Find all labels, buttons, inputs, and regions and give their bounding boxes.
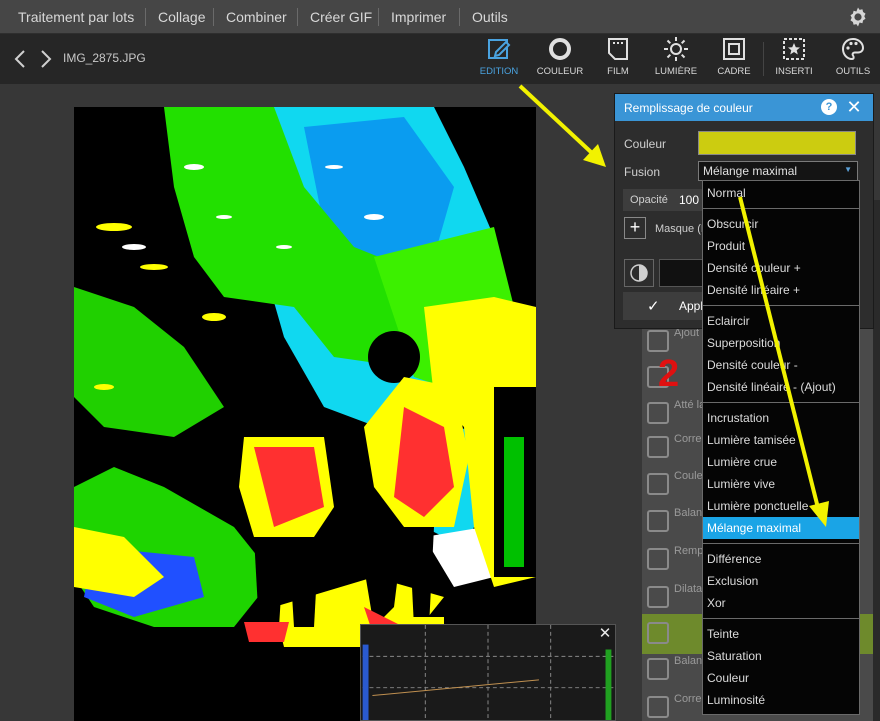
blend-mode-option[interactable]: Saturation	[703, 645, 859, 667]
menu-divider	[145, 8, 146, 26]
checkmark-icon: ✓	[647, 298, 660, 315]
panel-scrollbar[interactable]	[873, 200, 880, 721]
blend-mode-option[interactable]: Lumière ponctuelle	[703, 495, 859, 517]
blend-mode-option[interactable]: Superposition	[703, 332, 859, 354]
tool-icon	[647, 436, 669, 458]
help-icon[interactable]: ?	[821, 99, 837, 115]
blend-mode-option[interactable]: Xor	[703, 592, 859, 614]
tool-label: EDITION	[479, 66, 519, 77]
blend-mode-option[interactable]: Densité couleur +	[703, 257, 859, 279]
menu-imprimer[interactable]: Imprimer	[391, 0, 446, 34]
menu-traitement-par-lots[interactable]: Traitement par lots	[18, 0, 134, 34]
tool-icon	[647, 622, 669, 644]
toolbar-divider	[763, 42, 764, 76]
fusion-selected-value: Mélange maximal	[703, 164, 798, 178]
palette-icon	[841, 37, 865, 61]
next-arrow-icon[interactable]	[38, 48, 54, 70]
fusion-label: Fusion	[624, 165, 661, 179]
tool-label: COULEUR	[536, 66, 584, 77]
apply-button[interactable]: ✓ Applic	[623, 292, 713, 320]
chevron-down-icon: ▼	[844, 165, 852, 174]
top-menu-bar: Traitement par lots Collage Combiner Cré…	[0, 0, 880, 34]
add-mask-button[interactable]: +	[624, 217, 646, 239]
blend-mode-option[interactable]: Obscurcir	[703, 213, 859, 235]
opacity-value: 100	[679, 193, 700, 207]
tool-icon	[647, 473, 669, 495]
color-swatch[interactable]	[698, 131, 856, 155]
dialog-title: Remplissage de couleur	[624, 101, 753, 115]
blend-mode-dropdown: Normal Obscurcir Produit Densité couleur + D…	[702, 180, 860, 715]
frame-icon	[723, 38, 745, 60]
previous-arrow-icon[interactable]	[12, 48, 28, 70]
tool-cadre[interactable]: CADRE	[714, 36, 754, 82]
tool-icon	[647, 548, 669, 570]
menu-divider	[297, 8, 298, 26]
blend-mode-option[interactable]: Densité linéaire - (Ajout)	[703, 376, 859, 398]
close-icon[interactable]: ✕	[845, 97, 863, 117]
edit-pencil-icon	[488, 39, 511, 59]
color-ring-icon	[549, 38, 571, 60]
step-number: 2	[658, 353, 680, 395]
menu-creer-gif[interactable]: Créer GIF	[310, 0, 372, 34]
menu-combiner[interactable]: Combiner	[226, 0, 287, 34]
dropdown-divider	[703, 543, 859, 544]
tool-label: LUMIÈRE	[654, 66, 698, 77]
tool-label: FILM	[607, 66, 629, 77]
menu-outils[interactable]: Outils	[472, 0, 508, 34]
blend-mode-option[interactable]: Densité linéaire +	[703, 279, 859, 301]
fusion-select[interactable]: Mélange maximal ▼	[698, 161, 858, 181]
tool-couleur[interactable]: COULEUR	[534, 36, 586, 82]
dialog-header: Remplissage de couleur ? ✕	[615, 94, 873, 121]
blend-mode-option[interactable]: Luminosité	[703, 689, 859, 711]
opacity-field[interactable]: Opacité 100	[623, 189, 705, 211]
tool-icon	[647, 510, 669, 532]
blend-mode-option[interactable]: Couleur	[703, 667, 859, 689]
tool-label: CADRE	[717, 66, 751, 77]
color-label: Couleur	[624, 137, 667, 151]
menu-divider	[378, 8, 379, 26]
blend-mode-option[interactable]: Incrustation	[703, 407, 859, 429]
dropdown-divider	[703, 208, 859, 209]
tool-icon	[647, 330, 669, 352]
blend-mode-option[interactable]: Densité couleur -	[703, 354, 859, 376]
blend-mode-option[interactable]: Eclaircir	[703, 310, 859, 332]
tool-film[interactable]: FILM	[598, 36, 638, 82]
tool-edition[interactable]: EDITION	[476, 36, 522, 82]
sun-icon	[664, 37, 688, 61]
menu-divider	[459, 8, 460, 26]
gear-icon[interactable]	[846, 5, 870, 29]
insert-star-icon	[783, 38, 805, 60]
blend-mode-option[interactable]: Mélange maximal	[703, 517, 859, 539]
blend-mode-option[interactable]: Lumière vive	[703, 473, 859, 495]
dropdown-divider	[703, 402, 859, 403]
tool-lumiere[interactable]: LUMIÈRE	[652, 36, 700, 82]
tool-icon	[647, 696, 669, 718]
half-circle-icon	[630, 264, 648, 282]
blend-mode-option[interactable]: Teinte	[703, 623, 859, 645]
tool-label: OUTILS	[835, 66, 871, 77]
blend-mode-option[interactable]: Normal	[703, 182, 859, 204]
tool-insertion[interactable]: INSERTI	[770, 36, 818, 82]
blend-mode-option[interactable]: Produit	[703, 235, 859, 257]
tool-label: INSERTI	[775, 66, 813, 77]
blend-mode-option[interactable]: Différence	[703, 548, 859, 570]
menu-divider	[213, 8, 214, 26]
dropdown-divider	[703, 618, 859, 619]
blend-mode-option[interactable]: Lumière tamisée	[703, 429, 859, 451]
dropdown-divider	[703, 305, 859, 306]
tool-icon	[647, 586, 669, 608]
histogram-panel	[360, 624, 616, 721]
file-name: IMG_2875.JPG	[63, 51, 146, 65]
tool-icon	[647, 658, 669, 680]
tool-outils[interactable]: OUTILS	[830, 36, 876, 82]
opacity-label: Opacité	[630, 194, 668, 206]
blend-mode-option[interactable]: Exclusion	[703, 570, 859, 592]
invert-toggle[interactable]	[624, 259, 654, 287]
blend-mode-option[interactable]: Lumière crue	[703, 451, 859, 473]
menu-collage[interactable]: Collage	[158, 0, 205, 34]
toolbar: IMG_2875.JPG EDITION COULEUR FILM LUMIÈR…	[0, 34, 880, 84]
histogram-close-icon[interactable]: ✕	[596, 625, 614, 643]
tool-icon	[647, 402, 669, 424]
film-icon	[608, 38, 628, 60]
